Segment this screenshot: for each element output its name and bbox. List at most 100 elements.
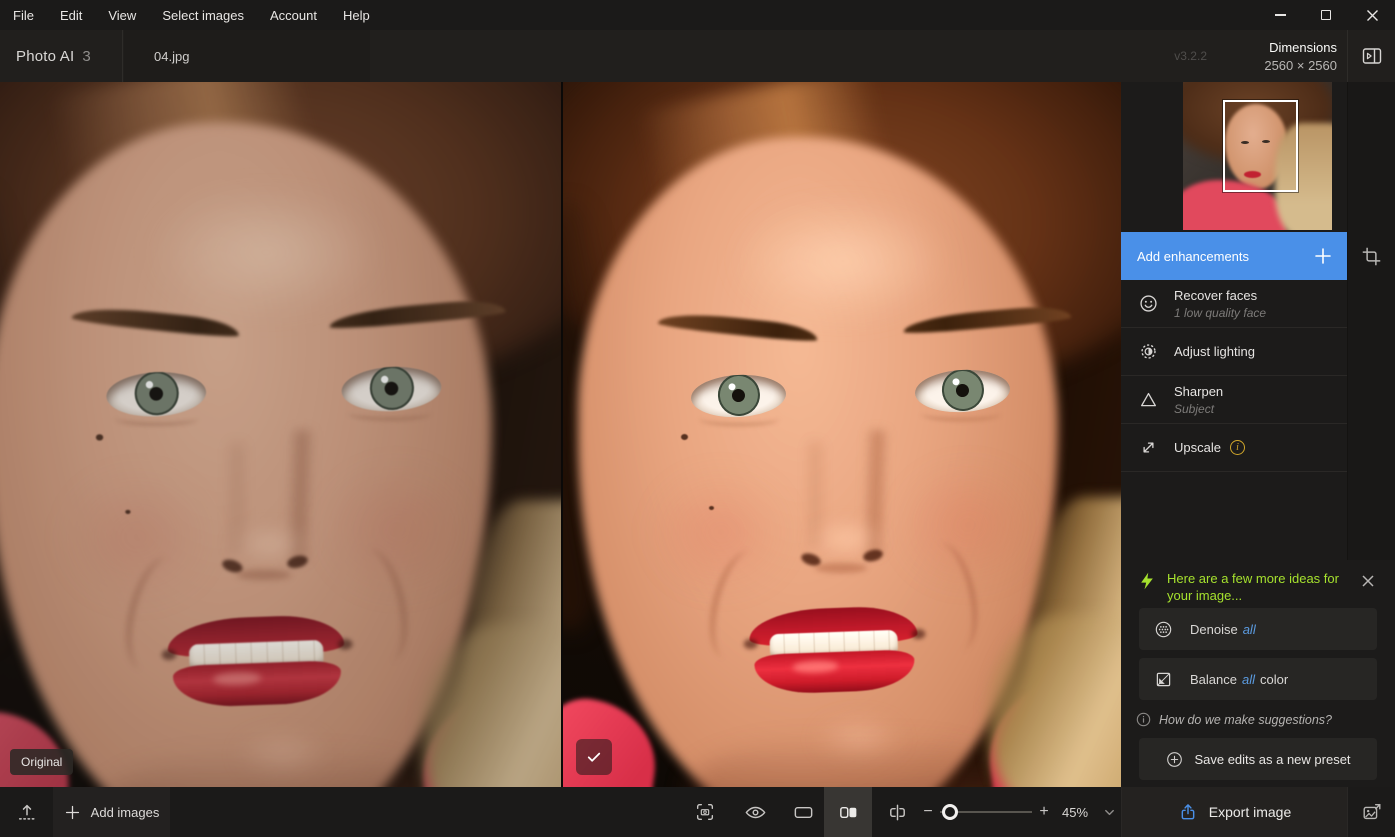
viewer-pane-original[interactable]: Original	[0, 82, 561, 787]
plus-icon	[64, 804, 81, 821]
app-version-number: 3	[82, 48, 90, 65]
enhancement-label: Adjust lighting	[1174, 344, 1255, 359]
zoom-out-button[interactable]: −	[916, 787, 940, 837]
maximize-icon	[1321, 10, 1331, 20]
export-icon	[1178, 802, 1198, 822]
focus-camera-icon	[694, 801, 716, 823]
maximize-button[interactable]	[1303, 0, 1349, 30]
tab-label: 04.jpg	[154, 49, 189, 64]
close-icon	[1361, 574, 1375, 588]
enhancement-recover-faces[interactable]: Recover faces 1 low quality face	[1121, 280, 1347, 328]
balance-color-icon	[1153, 669, 1174, 690]
navigator-thumbnail[interactable]	[1183, 82, 1332, 230]
crop-button[interactable]	[1347, 232, 1395, 280]
how-suggestions-text: How do we make suggestions?	[1159, 713, 1332, 727]
enhancement-label: Sharpen	[1174, 384, 1223, 399]
save-preset-label: Save edits as a new preset	[1194, 752, 1350, 767]
enhancement-list: Recover faces 1 low quality face Adjust …	[1121, 280, 1347, 472]
single-view-button[interactable]	[779, 787, 827, 837]
menu-file[interactable]: File	[0, 0, 47, 30]
eye-icon	[744, 801, 767, 824]
dimensions-value: 2560 × 2560	[1264, 58, 1337, 73]
preview-toggle-button[interactable]	[731, 787, 779, 837]
face-recovery-icon	[1137, 293, 1159, 314]
enhancement-sublabel: Subject	[1174, 402, 1223, 416]
dimensions-info: Dimensions 2560 × 2560	[1264, 30, 1337, 82]
window-controls	[1257, 0, 1395, 30]
original-photo	[0, 82, 561, 787]
split-view-button-active[interactable]	[824, 787, 872, 837]
enhancement-sharpen[interactable]: Sharpen Subject	[1121, 376, 1347, 424]
compare-slider-view-button[interactable]	[873, 787, 921, 837]
minimize-icon	[1275, 14, 1286, 16]
upscale-info-icon[interactable]: i	[1230, 440, 1245, 455]
export-image-label: Export image	[1209, 804, 1291, 820]
tab-04jpg[interactable]: 04.jpg	[124, 30, 370, 82]
tool-strip	[1347, 82, 1395, 560]
bottom-toolbar: Add images	[0, 787, 1395, 837]
compare-view-icon	[886, 801, 909, 824]
check-icon	[585, 748, 603, 766]
sharpen-icon	[1137, 389, 1159, 410]
add-enhancements-button[interactable]: Add enhancements	[1121, 232, 1347, 280]
dimensions-label: Dimensions	[1269, 40, 1337, 55]
split-view-icon	[837, 801, 860, 824]
right-sidebar: Add enhancements Recover faces 1 low qua…	[1121, 82, 1395, 787]
plus-icon	[1313, 246, 1333, 266]
how-suggestions-link[interactable]: How do we make suggestions?	[1136, 712, 1332, 727]
info-icon	[1136, 712, 1151, 727]
suggestion-balance-color[interactable]: Balance all color	[1139, 658, 1377, 700]
single-view-icon	[792, 801, 815, 824]
menu-view[interactable]: View	[95, 0, 149, 30]
enhanced-photo	[563, 82, 1121, 787]
enhancement-label: Recover faces	[1174, 288, 1266, 303]
chevron-down-icon	[1103, 806, 1116, 819]
suggestion-label-em: all	[1242, 672, 1255, 687]
viewer-pane-enhanced[interactable]	[561, 82, 1121, 787]
suggestion-label-pre: Denoise	[1190, 622, 1238, 637]
suggestions-header: Here are a few more ideas for your image…	[1137, 570, 1379, 604]
focus-view-button[interactable]	[681, 787, 729, 837]
import-button[interactable]	[0, 787, 53, 837]
menu-select-images[interactable]: Select images	[149, 0, 257, 30]
crop-icon	[1361, 246, 1382, 267]
image-export-icon	[1361, 801, 1383, 823]
export-image-button[interactable]: Export image	[1121, 787, 1347, 837]
zoom-slider-knob[interactable]	[942, 804, 958, 820]
plus-circle-icon	[1165, 750, 1184, 769]
enhanced-check-badge	[576, 739, 612, 775]
menu-help[interactable]: Help	[330, 0, 383, 30]
version-label: v3.2.2	[1174, 30, 1207, 82]
enhancement-upscale[interactable]: Upscale i	[1121, 424, 1347, 472]
app-name: Photo AI	[16, 48, 74, 65]
close-button[interactable]	[1349, 0, 1395, 30]
menu-bar: File Edit View Select images Account Hel…	[0, 0, 1395, 30]
add-images-label: Add images	[91, 805, 160, 820]
close-icon	[1366, 9, 1379, 22]
suggestion-label-pre: Balance	[1190, 672, 1237, 687]
add-enhancements-label: Add enhancements	[1137, 249, 1249, 264]
export-settings-button[interactable]	[1347, 787, 1395, 837]
photo-ai-window: File Edit View Select images Account Hel…	[0, 0, 1395, 837]
zoom-level-value[interactable]: 45%	[1052, 787, 1098, 837]
menu-edit[interactable]: Edit	[47, 0, 95, 30]
save-preset-button[interactable]: Save edits as a new preset	[1139, 738, 1377, 780]
add-images-button[interactable]: Add images	[53, 787, 170, 837]
suggestions-close-button[interactable]	[1357, 570, 1379, 592]
lightning-icon	[1137, 570, 1157, 592]
enhancement-sublabel: 1 low quality face	[1174, 306, 1266, 320]
app-logo: Photo AI 3	[0, 30, 123, 82]
suggestion-denoise[interactable]: Denoise all	[1139, 608, 1377, 650]
face-detection-box	[1223, 100, 1298, 192]
minimize-button[interactable]	[1257, 0, 1303, 30]
original-badge: Original	[10, 749, 73, 775]
panel-toggle-icon	[1360, 44, 1384, 68]
denoise-icon	[1153, 619, 1174, 640]
menu-account[interactable]: Account	[257, 0, 330, 30]
suggestion-label-em: all	[1243, 622, 1256, 637]
zoom-dropdown-button[interactable]	[1096, 787, 1122, 837]
panel-toggle-button[interactable]	[1347, 30, 1395, 82]
zoom-slider[interactable]	[940, 787, 1032, 837]
enhancement-adjust-lighting[interactable]: Adjust lighting	[1121, 328, 1347, 376]
title-bar: Photo AI 3 04.jpg v3.2.2 Dimensions 2560…	[0, 30, 1395, 82]
